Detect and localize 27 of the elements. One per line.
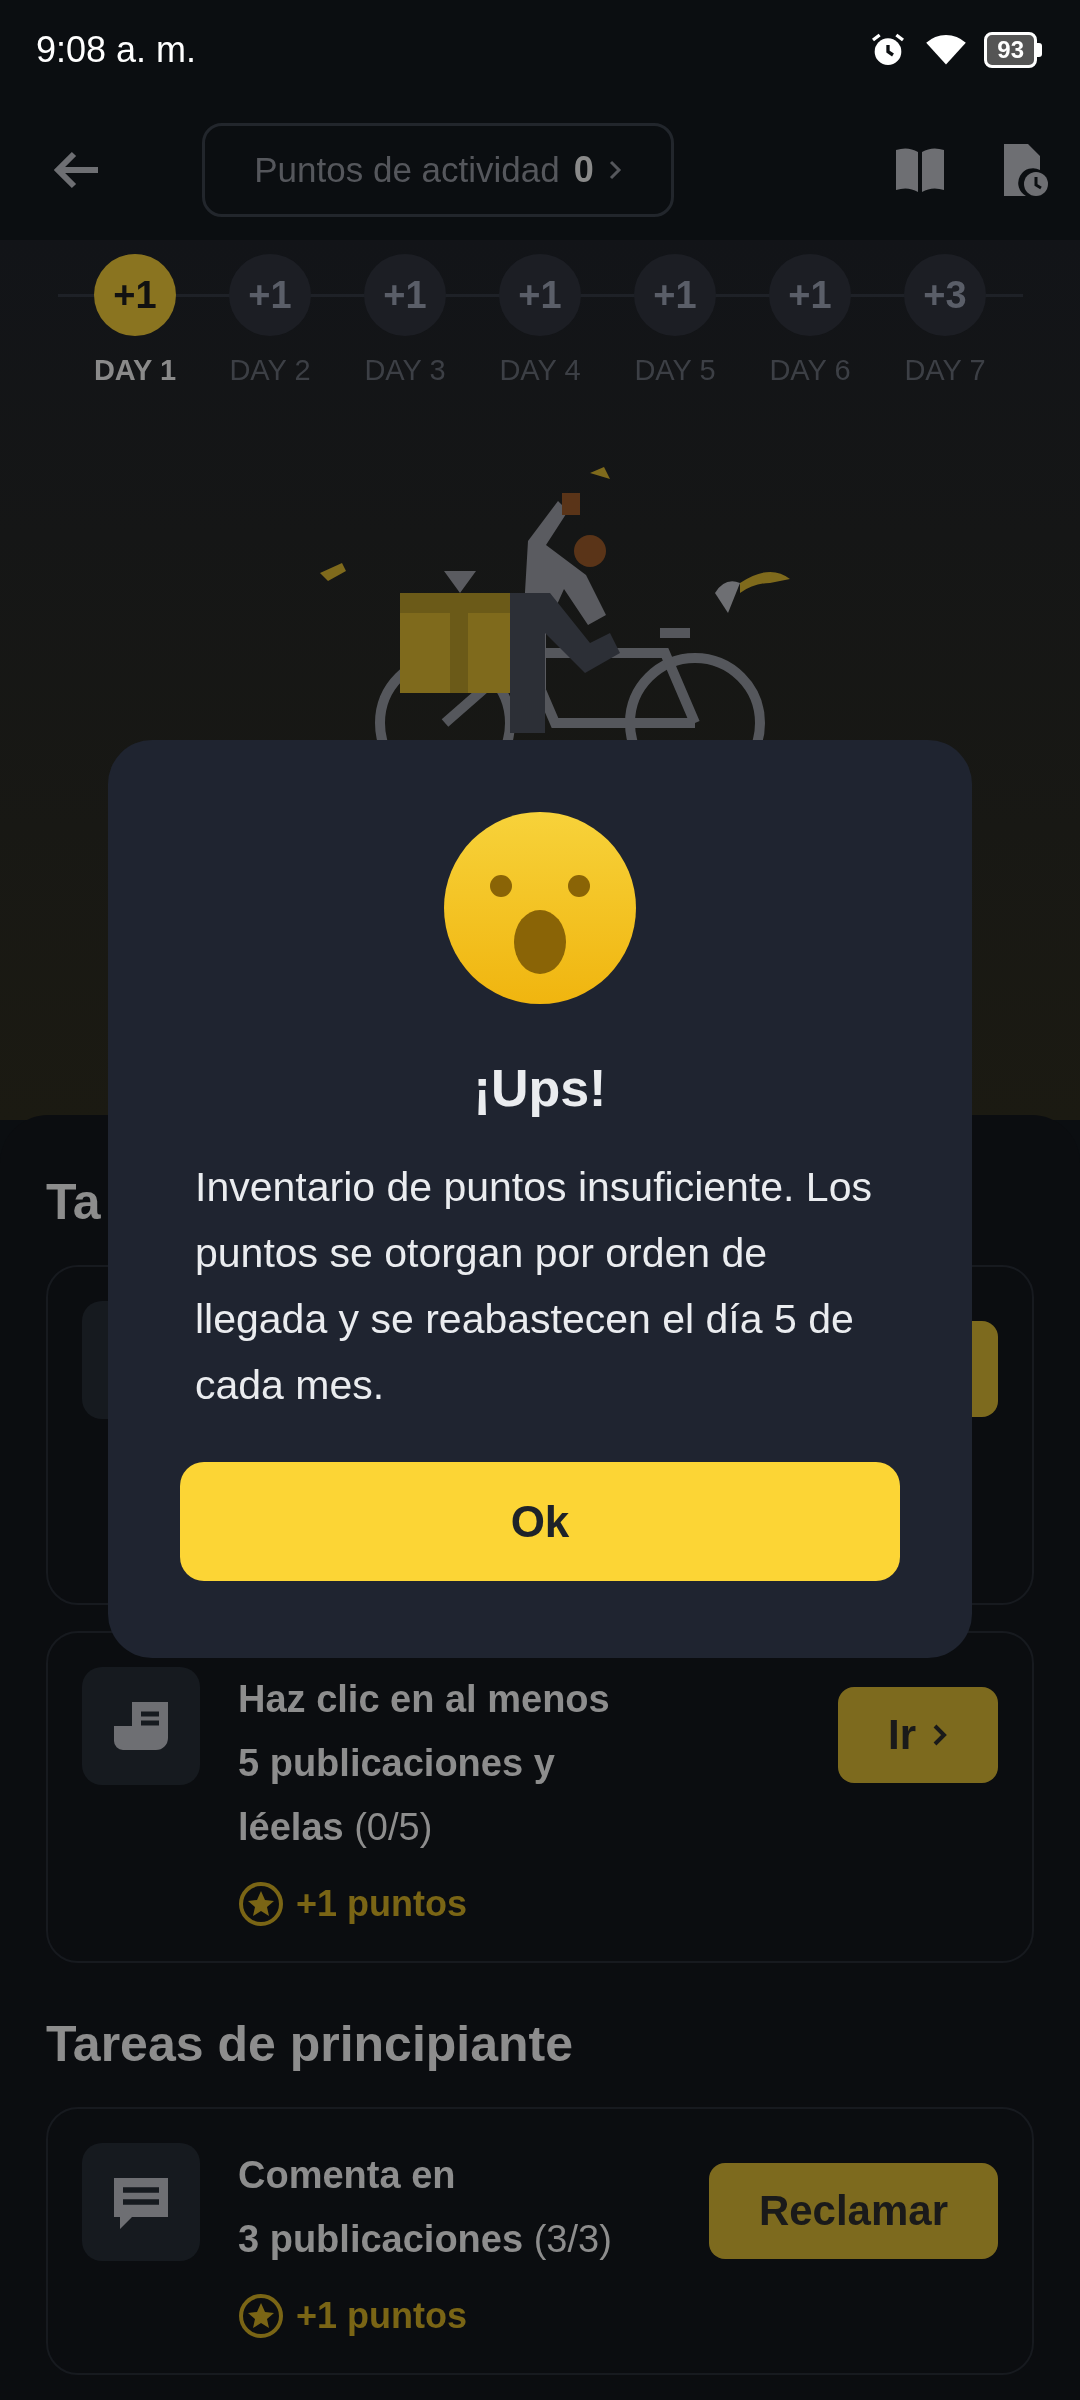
day-reward-badge[interactable]: +1 (94, 254, 176, 336)
day-reward-badge[interactable]: +1 (364, 254, 446, 336)
activity-points-button[interactable]: Puntos de actividad 0 (202, 123, 674, 217)
task-title: Comenta en 3 publicaciones (3/3) (238, 2153, 613, 2262)
task-button[interactable]: Reclamar (708, 2163, 998, 2259)
task-button[interactable]: Ir (838, 1687, 998, 1783)
points-reward: +1 puntos (296, 2295, 468, 2337)
dialog-message: Inventario de puntos insuficiente. Los puntos se otorgan por orden de llegada y se reabastecen el día 5 de cada mes. (195, 1163, 873, 1410)
task-title: Haz clic en al menos 5 publicaciones y léelas (0/5) (238, 1677, 611, 1850)
star-coin-icon (238, 1881, 284, 1927)
day-reward-badge[interactable]: +1 (769, 254, 851, 336)
points-reward: +1 puntos (296, 1883, 468, 1925)
star-coin-icon (238, 2293, 284, 2339)
day-reward-badge[interactable]: +1 (229, 254, 311, 336)
day-reward-badge[interactable]: +1 (499, 254, 581, 336)
section-title: Tareas de principiante (46, 2015, 574, 2073)
chevron-icon (607, 159, 622, 181)
ok-button[interactable]: Ok (180, 1462, 900, 1581)
day-reward-badge[interactable]: +1 (634, 254, 716, 336)
book-icon[interactable] (894, 146, 946, 194)
day-reward-badge[interactable]: +3 (904, 254, 986, 336)
surprised-face-icon (444, 812, 636, 1004)
day-label: DAY 1 (93, 354, 177, 387)
status-time: 9:08 a. m. (36, 29, 197, 71)
battery-indicator: 93 (984, 32, 1042, 68)
dialog-title: ¡Ups! (473, 1058, 607, 1118)
section-title: Ta (46, 1173, 101, 1231)
